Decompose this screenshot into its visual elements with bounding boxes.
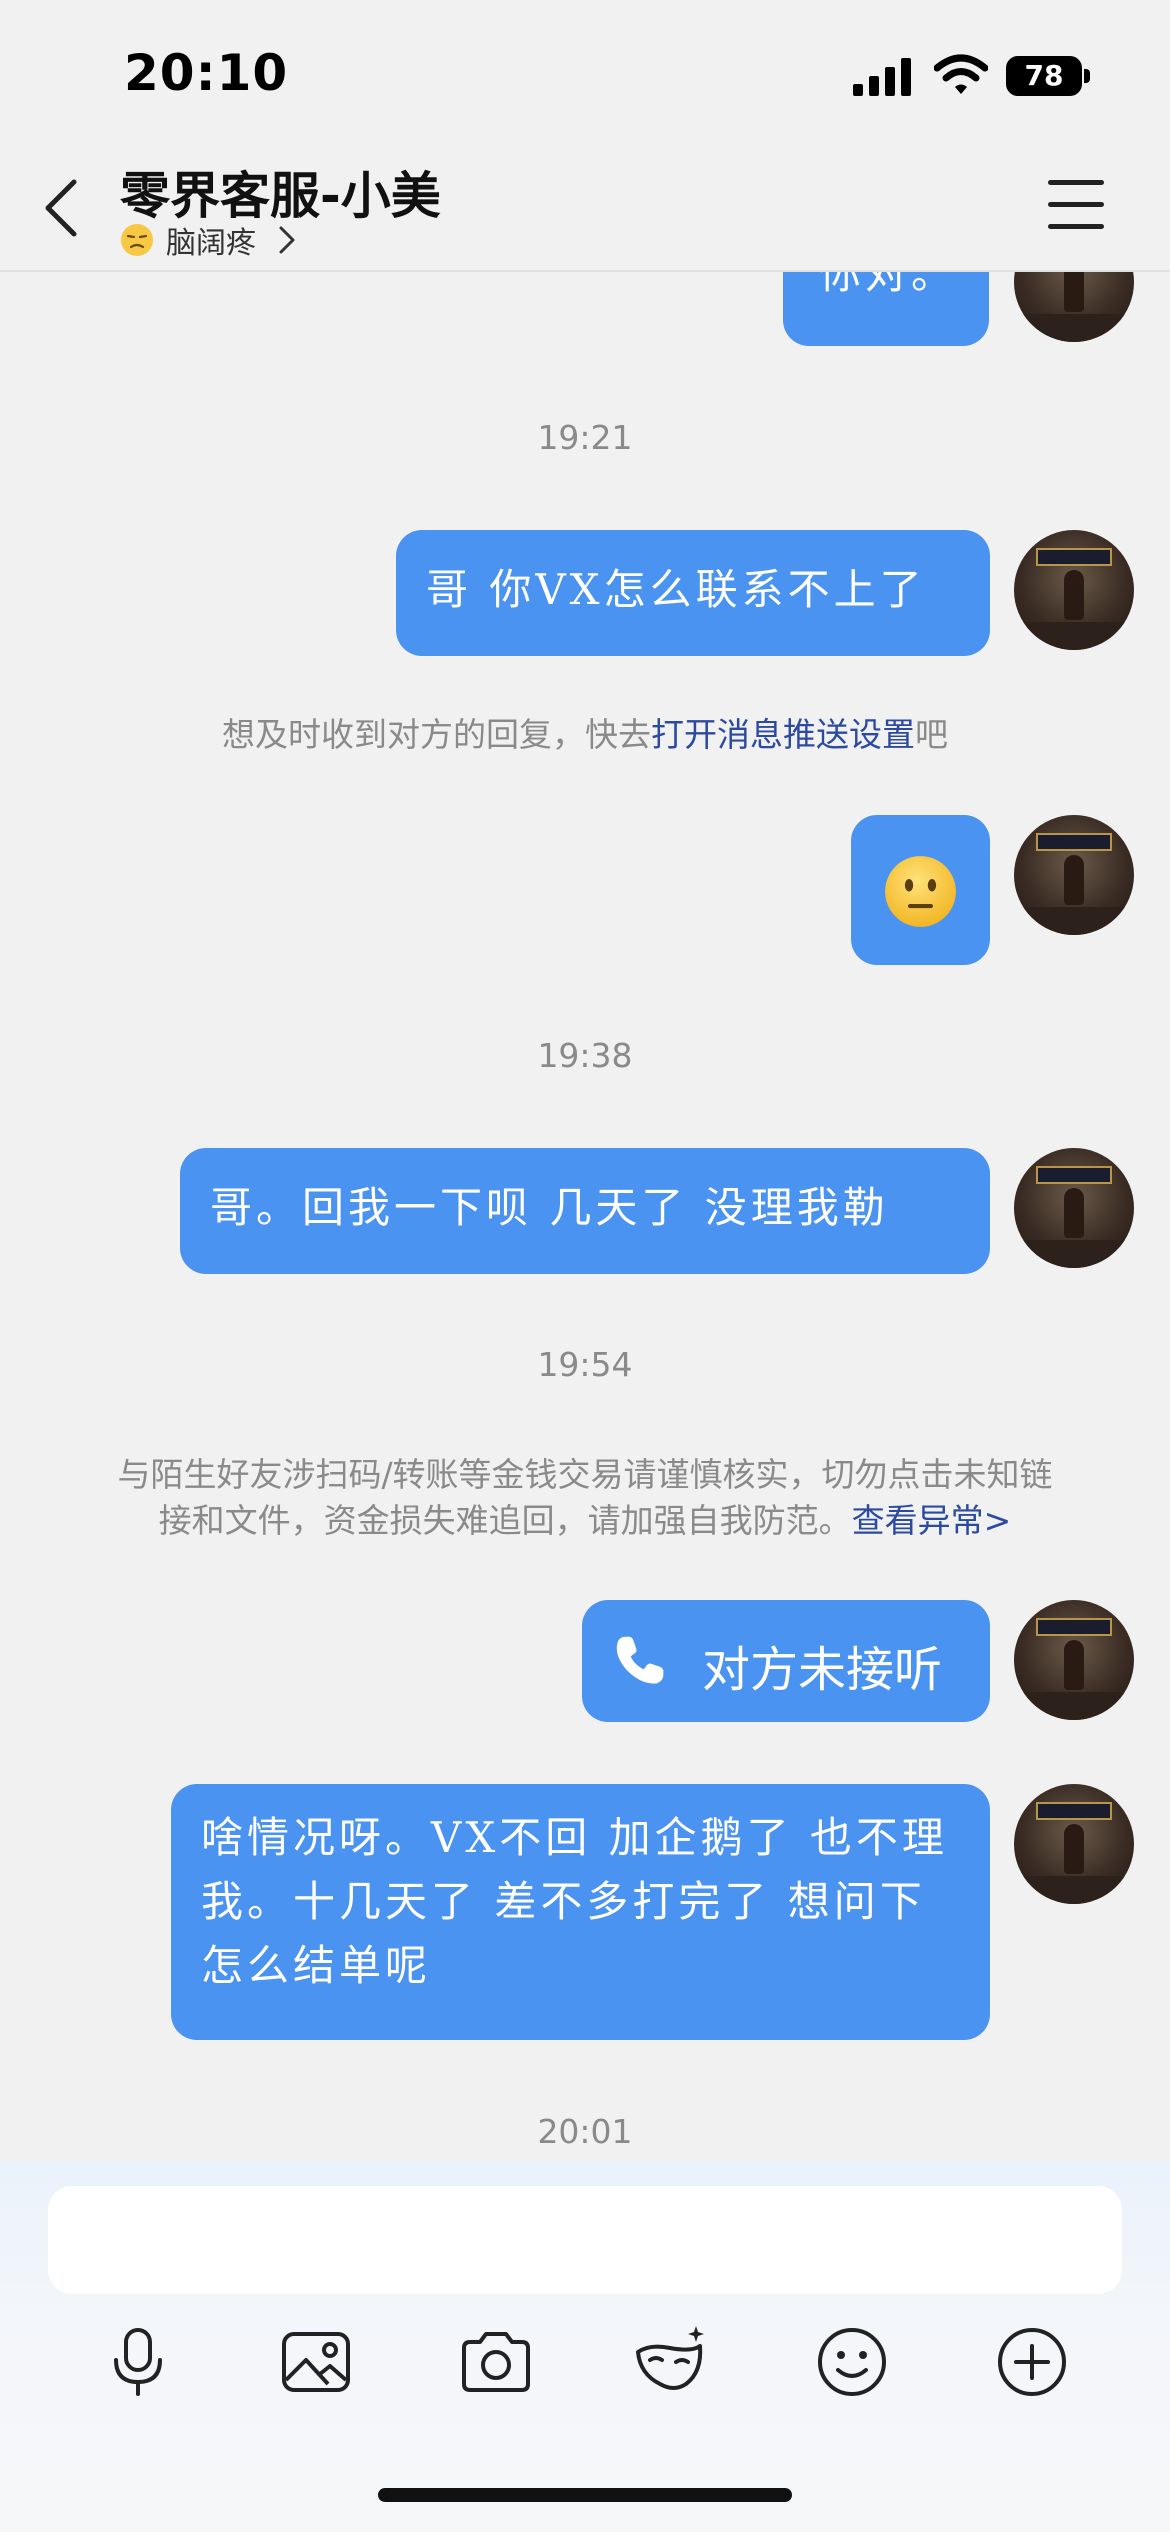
ai-mask-icon[interactable] — [630, 2322, 710, 2402]
avatar[interactable] — [1014, 815, 1134, 935]
emoji-icon[interactable] — [812, 2322, 892, 2402]
chat-header: 零界客服-小美 脑阔疼 — [0, 150, 1170, 272]
message-list[interactable]: 你对。 19:21 哥 你VX怎么联系不上了 想及时收到对方的回复，快去打开消息… — [0, 272, 1170, 2162]
message-bubble[interactable]: 你对。 — [783, 272, 989, 346]
message-bubble[interactable]: 哥。回我一下呗 几天了 没理我勒 — [180, 1148, 990, 1274]
status-time: 20:10 — [124, 44, 289, 102]
message-bubble[interactable] — [851, 815, 990, 965]
message-bubble[interactable]: 啥情况呀。VX不回 加企鹅了 也不理我。十几天了 差不多打完了 想问下怎么结单呢 — [171, 1784, 990, 2040]
avatar[interactable] — [1014, 272, 1134, 342]
push-tip-suffix: 吧 — [915, 715, 948, 754]
timestamp: 19:54 — [537, 1345, 633, 1384]
timestamp: 19:38 — [537, 1036, 633, 1075]
image-icon[interactable] — [276, 2322, 356, 2402]
call-status-text: 对方未接听 — [702, 1642, 943, 1698]
status-bar: 20:10 78 — [0, 0, 1170, 150]
microphone-icon[interactable] — [98, 2322, 178, 2402]
push-tip-text: 想及时收到对方的回复，快去 — [222, 715, 651, 754]
message-text: 哥。回我一下呗 几天了 没理我勒 — [210, 1183, 889, 1232]
timestamp: 19:21 — [537, 418, 633, 457]
message-input[interactable] — [48, 2186, 1122, 2294]
phone-icon — [616, 1636, 664, 1684]
push-settings-tip: 想及时收到对方的回复，快去打开消息推送设置吧 — [0, 712, 1170, 758]
battery-level: 78 — [1006, 56, 1082, 96]
headache-emoji-icon — [121, 224, 153, 256]
contact-status-text: 脑阔疼 — [166, 226, 256, 261]
call-bubble[interactable]: 对方未接听 — [582, 1600, 990, 1722]
home-indicator — [378, 2488, 792, 2502]
camera-icon[interactable] — [456, 2322, 536, 2402]
battery-tip — [1084, 69, 1090, 83]
back-chevron-icon[interactable] — [38, 168, 92, 248]
message-text: 你对。 — [819, 272, 958, 298]
chevron-right-icon — [279, 226, 295, 254]
wifi-icon — [934, 54, 988, 94]
cellular-signal-icon — [853, 58, 911, 96]
battery-indicator: 78 — [1006, 56, 1090, 96]
message-text: 哥 你VX怎么联系不上了 — [426, 565, 926, 614]
message-bubble[interactable]: 哥 你VX怎么联系不上了 — [396, 530, 990, 656]
composer — [0, 2162, 1170, 2532]
push-settings-link[interactable]: 打开消息推送设置 — [651, 715, 915, 754]
view-anomaly-link[interactable]: 查看异常> — [852, 1501, 1012, 1540]
avatar[interactable] — [1014, 530, 1134, 650]
menu-icon[interactable] — [1048, 180, 1104, 230]
timestamp: 20:01 — [537, 2112, 633, 2151]
security-warning-line2: 接和文件，资金损失难追回，请加强自我防范。 — [158, 1501, 852, 1540]
message-text: 啥情况呀。VX不回 加企鹅了 也不理我。十几天了 差不多打完了 想问下怎么结单呢 — [201, 1813, 948, 1990]
security-warning: 与陌生好友涉扫码/转账等金钱交易请谨慎核实，切勿点击未知链 接和文件，资金损失难… — [0, 1452, 1170, 1544]
avatar[interactable] — [1014, 1600, 1134, 1720]
add-icon[interactable] — [992, 2322, 1072, 2402]
avatar[interactable] — [1014, 1148, 1134, 1268]
contact-status[interactable]: 脑阔疼 — [120, 220, 298, 261]
security-warning-line1: 与陌生好友涉扫码/转账等金钱交易请谨慎核实，切勿点击未知链 — [117, 1455, 1053, 1494]
avatar[interactable] — [1014, 1784, 1134, 1904]
neutral-face-emoji-icon — [885, 856, 956, 927]
